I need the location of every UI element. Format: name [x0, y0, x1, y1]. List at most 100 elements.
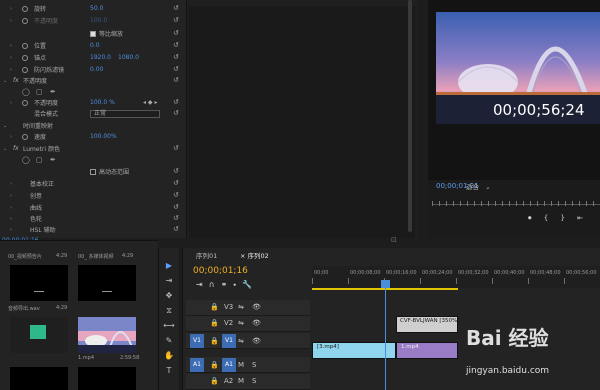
lock-icon[interactable]: 🔒: [210, 361, 219, 369]
fx-section-time-remap[interactable]: ⌄ 时间重映射: [0, 121, 186, 131]
mute-icon[interactable]: M: [238, 377, 244, 385]
fx-lumetri-wheels[interactable]: › 色轮 ↺: [0, 214, 186, 224]
expand-arrow-icon[interactable]: ›: [10, 216, 16, 222]
expand-arrow-icon[interactable]: ›: [10, 227, 16, 233]
fx-lumetri-hsl[interactable]: › HSL 辅助 ↺: [0, 225, 186, 235]
add-marker-button[interactable]: ⏺: [528, 214, 532, 222]
solo-icon[interactable]: S: [252, 377, 256, 385]
zoom-fit-select[interactable]: 适合 ⌄: [466, 181, 536, 191]
expand-arrow-icon[interactable]: ›: [10, 205, 16, 211]
sync-lock-icon[interactable]: ⇋: [238, 319, 244, 327]
snap-icon[interactable]: ∩: [209, 280, 221, 289]
sequence-timecode[interactable]: 00;00;01;16: [193, 266, 248, 276]
mute-icon[interactable]: M: [238, 361, 244, 369]
pen-mask-icon[interactable]: ✒: [50, 88, 56, 96]
reset-icon[interactable]: ↺: [173, 204, 179, 211]
reset-icon[interactable]: ↺: [173, 110, 179, 117]
stopwatch-icon[interactable]: [22, 5, 28, 12]
go-to-in-button[interactable]: ⇤: [577, 214, 583, 222]
vertical-scrollbar[interactable]: [408, 0, 412, 232]
collapse-arrow-icon[interactable]: ⌄: [3, 78, 9, 84]
expand-arrow-icon[interactable]: ›: [10, 67, 16, 73]
reset-icon[interactable]: ↺: [173, 192, 179, 199]
sync-lock-icon[interactable]: ⇋: [238, 303, 244, 311]
reset-icon[interactable]: ↺: [173, 99, 179, 106]
collapse-arrow-icon[interactable]: ⌄: [3, 146, 9, 152]
fx-lumetri-creative[interactable]: › 创意 ↺: [0, 191, 186, 201]
collapse-arrow-icon[interactable]: ⌄: [3, 123, 9, 129]
reset-icon[interactable]: ↺: [173, 17, 179, 24]
scroll-end-icon[interactable]: ⊡: [391, 236, 397, 244]
project-thumbnail[interactable]: [10, 265, 68, 301]
expand-arrow-icon[interactable]: ›: [10, 181, 16, 187]
ripple-edit-tool-icon[interactable]: ✥: [163, 290, 175, 301]
blend-mode-select[interactable]: 正常: [90, 109, 160, 118]
expand-arrow-icon[interactable]: ›: [10, 6, 16, 12]
insert-sequence-icon[interactable]: ⇥: [196, 280, 209, 289]
reset-icon[interactable]: ↺: [173, 30, 179, 37]
expand-arrow-icon[interactable]: ›: [10, 193, 16, 199]
hand-tool-icon[interactable]: ✋: [163, 350, 175, 361]
lock-icon[interactable]: 🔒: [210, 377, 219, 385]
mark-out-button[interactable]: }: [560, 214, 564, 222]
project-thumbnail[interactable]: [78, 265, 136, 301]
lock-icon[interactable]: 🔒: [210, 319, 219, 327]
playhead[interactable]: [385, 280, 386, 390]
source-patch-a1[interactable]: A1: [190, 358, 204, 372]
wrench-icon[interactable]: 🔧: [242, 280, 258, 289]
mark-in-button[interactable]: {: [544, 214, 548, 222]
timeline-clip-v1-b[interactable]: 1.mp4: [396, 342, 458, 359]
add-marker-icon[interactable]: ⬩: [233, 280, 242, 289]
stopwatch-icon[interactable]: [22, 54, 28, 61]
ellipse-mask-icon[interactable]: ◯: [22, 156, 30, 164]
video-thumbnail[interactable]: [78, 317, 136, 353]
expand-arrow-icon[interactable]: ›: [10, 55, 16, 61]
audio-thumbnail[interactable]: [10, 317, 68, 353]
lock-icon[interactable]: 🔒: [210, 303, 219, 311]
keyframe-nav-icon[interactable]: ◂ ◆ ▸: [143, 99, 157, 106]
expand-arrow-icon[interactable]: ›: [10, 18, 16, 24]
sync-lock-icon[interactable]: ⇋: [238, 337, 244, 345]
razor-tool-icon[interactable]: ⧖: [163, 305, 175, 316]
effect-controls-timeline[interactable]: ⊡: [186, 0, 418, 244]
timeline-clip-v2[interactable]: CVF-BVLJWAN [350%]: [396, 316, 459, 333]
reset-icon[interactable]: ↺: [173, 54, 179, 61]
stopwatch-icon[interactable]: [22, 42, 28, 49]
track-target-a1[interactable]: A1: [222, 358, 236, 372]
hdr-checkbox[interactable]: [90, 168, 96, 175]
reset-icon[interactable]: ↺: [173, 5, 179, 12]
eye-icon[interactable]: 👁: [252, 337, 261, 345]
reset-icon[interactable]: ↺: [173, 180, 179, 187]
stopwatch-icon[interactable]: [22, 17, 28, 24]
fx-section-opacity[interactable]: ⌄ fx 不透明度 ↺: [0, 76, 186, 86]
uniform-scale-checkbox[interactable]: [90, 30, 96, 37]
eye-icon[interactable]: 👁: [252, 319, 261, 327]
rect-mask-icon[interactable]: ▢: [36, 156, 43, 164]
rect-mask-icon[interactable]: ▢: [36, 88, 43, 96]
eye-icon[interactable]: 👁: [252, 303, 261, 311]
project-thumbnail[interactable]: [10, 367, 68, 390]
source-patch-v1[interactable]: V1: [190, 334, 204, 348]
lock-icon[interactable]: 🔒: [210, 337, 219, 345]
tab-sequence-01[interactable]: 序列01: [196, 250, 217, 262]
type-tool-icon[interactable]: T: [163, 365, 175, 376]
stopwatch-icon[interactable]: [22, 133, 28, 140]
monitor-time-ruler[interactable]: [432, 196, 600, 208]
reset-icon[interactable]: ↺: [173, 215, 179, 222]
fx-lumetri-curves[interactable]: › 曲线 ↺: [0, 203, 186, 213]
reset-icon[interactable]: ↺: [173, 168, 179, 175]
reset-icon[interactable]: ↺: [173, 66, 179, 73]
reset-icon[interactable]: ↺: [173, 145, 179, 152]
stopwatch-icon[interactable]: [22, 66, 28, 73]
pen-mask-icon[interactable]: ✒: [50, 156, 56, 164]
selection-tool-icon[interactable]: ▶: [163, 260, 175, 271]
timeline-clip-v1-a[interactable]: [3.mp4]: [312, 342, 396, 359]
fx-lumetri-basic[interactable]: › 基本校正 ↺: [0, 179, 186, 189]
reset-icon[interactable]: ↺: [173, 42, 179, 49]
pen-tool-icon[interactable]: ✎: [163, 335, 175, 346]
expand-arrow-icon[interactable]: ›: [10, 134, 16, 140]
stopwatch-icon[interactable]: [22, 99, 28, 106]
close-icon[interactable]: ×: [240, 252, 245, 260]
reset-icon[interactable]: ↺: [173, 226, 179, 233]
solo-icon[interactable]: S: [252, 361, 256, 369]
